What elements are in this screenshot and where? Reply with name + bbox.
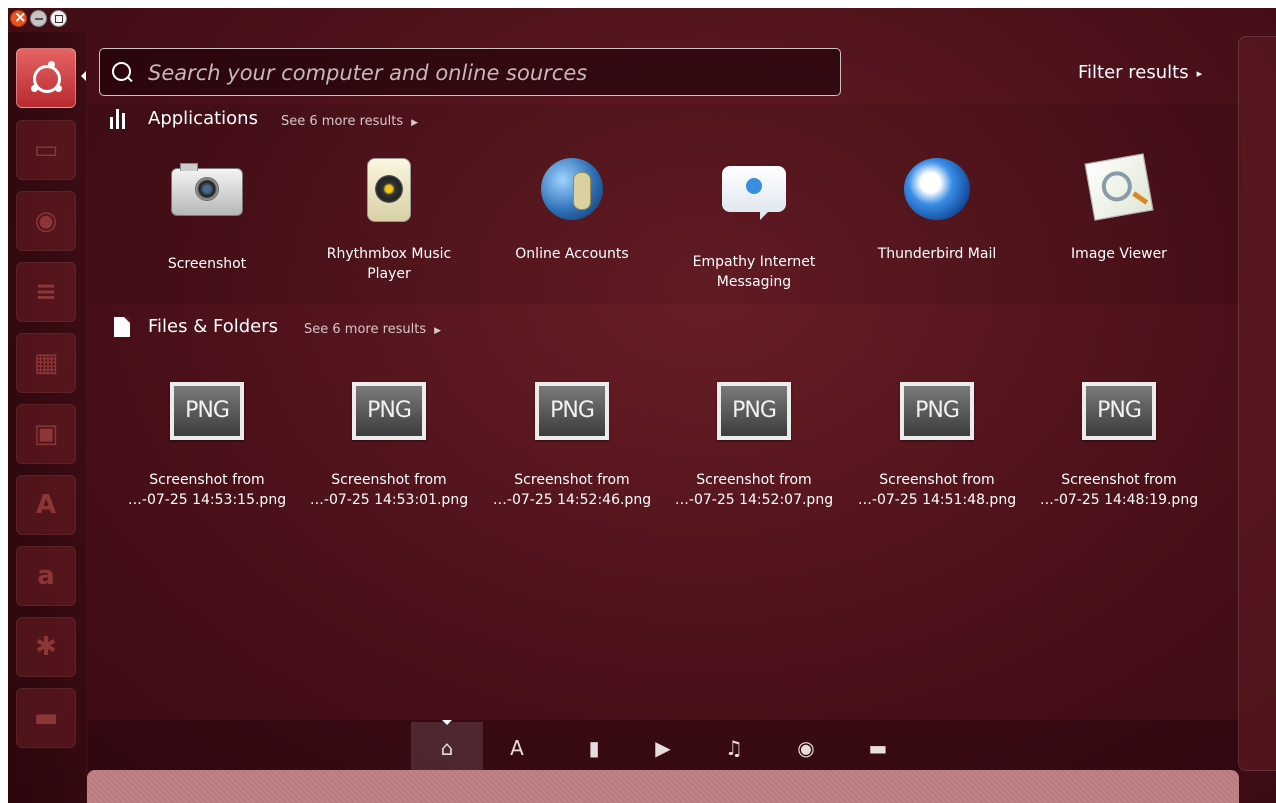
launcher-software-center[interactable]: A <box>16 475 76 535</box>
applications-lens-icon[interactable]: A <box>499 733 535 763</box>
file-label-line1: Screenshot from <box>149 472 265 488</box>
applications-category-icon <box>110 109 126 129</box>
search-box[interactable] <box>99 48 841 96</box>
png-file-icon: PNG <box>1082 382 1156 440</box>
file-label-line2: …-07-25 14:51:48.png <box>857 492 1017 508</box>
app-tile-image-viewer[interactable]: Image Viewer <box>1028 153 1210 264</box>
file-label-line2: …-07-25 14:52:07.png <box>674 492 834 508</box>
png-file-icon: PNG <box>900 382 974 440</box>
launcher-writer[interactable]: ≡ <box>16 262 76 322</box>
image-viewer-icon <box>1084 153 1154 221</box>
app-tile-empathy[interactable]: Empathy Internet Messaging <box>663 158 845 292</box>
applications-see-more-label: See 6 more results <box>281 114 404 129</box>
files-see-more[interactable]: See 6 more results ▶ <box>304 322 441 337</box>
app-label: Thunderbird Mail <box>877 246 997 262</box>
maximize-button[interactable] <box>50 10 67 27</box>
active-lens-indicator-icon <box>442 720 452 725</box>
close-button[interactable] <box>10 8 27 27</box>
file-label-line2: …-07-25 14:52:46.png <box>492 492 652 508</box>
png-file-icon: PNG <box>170 382 244 440</box>
chevron-right-icon: ▶ <box>411 118 419 128</box>
file-label-line1: Screenshot from <box>1061 472 1177 488</box>
launcher-drive[interactable]: ▬ <box>16 688 76 748</box>
file-label-line2: …-07-25 14:53:01.png <box>309 492 469 508</box>
libreoffice-writer-icon: ≡ <box>35 277 57 307</box>
software-center-icon: A <box>35 490 57 520</box>
file-label-line1: Screenshot from <box>696 472 812 488</box>
launcher-firefox[interactable]: ◉ <box>16 191 76 251</box>
dash-resize-edge[interactable] <box>1238 36 1276 771</box>
app-tile-thunderbird[interactable]: Thunderbird Mail <box>846 158 1028 264</box>
app-label: Rhythmbox Music Player <box>326 246 452 282</box>
file-label-line1: Screenshot from <box>514 472 630 488</box>
app-tile-online-accounts[interactable]: Online Accounts <box>481 158 663 264</box>
firefox-icon: ◉ <box>34 206 58 236</box>
file-label-line1: Screenshot from <box>879 472 995 488</box>
unity-dash: ▭ ◉ ≡ ▦ ▣ A a ✱ ▬ Filter results ▸ Applic… <box>8 8 1276 803</box>
file-label-line2: …-07-25 14:53:15.png <box>127 492 287 508</box>
files-lens-icon[interactable]: ▮ <box>576 733 612 763</box>
settings-gear-icon: ✱ <box>35 632 57 662</box>
files-category-icon <box>114 317 130 337</box>
png-file-icon: PNG <box>535 382 609 440</box>
chat-bubble-icon <box>722 166 786 220</box>
music-lens-icon[interactable]: ♫ <box>716 733 752 763</box>
minimize-button[interactable] <box>30 10 47 27</box>
filter-results-label: Filter results <box>1078 62 1189 83</box>
app-label: Online Accounts <box>515 246 629 262</box>
file-tile[interactable]: PNG Screenshot from …-07-25 14:48:19.png <box>1028 378 1210 510</box>
video-lens-icon[interactable]: ▶ <box>645 733 681 763</box>
file-tile[interactable]: PNG Screenshot from …-07-25 14:53:15.png <box>116 378 298 510</box>
camera-icon <box>171 163 243 216</box>
chevron-right-icon: ▸ <box>1196 66 1203 80</box>
app-label: Image Viewer <box>1071 246 1167 262</box>
libreoffice-calc-icon: ▦ <box>33 348 59 378</box>
applications-heading: Applications <box>148 108 258 129</box>
app-label: Screenshot <box>167 256 247 272</box>
search-icon <box>112 62 131 81</box>
thunderbird-icon <box>904 158 970 220</box>
photo-lens-icon[interactable]: ◉ <box>788 733 824 763</box>
globe-keys-icon <box>541 158 603 220</box>
file-label-line2: …-07-25 14:48:19.png <box>1039 492 1199 508</box>
file-tile[interactable]: PNG Screenshot from …-07-25 14:51:48.png <box>846 378 1028 510</box>
file-tile[interactable]: PNG Screenshot from …-07-25 14:53:01.png <box>298 378 480 510</box>
app-tile-screenshot[interactable]: Screenshot <box>116 158 298 274</box>
speaker-icon <box>367 158 411 222</box>
launcher-amazon[interactable]: a <box>16 546 76 606</box>
filter-results-button[interactable]: Filter results ▸ <box>1078 62 1202 83</box>
file-tile[interactable]: PNG Screenshot from …-07-25 14:52:46.png <box>481 378 663 510</box>
png-file-icon: PNG <box>717 382 791 440</box>
launcher-impress[interactable]: ▣ <box>16 404 76 464</box>
dash-bottom-edge <box>87 770 1239 803</box>
active-indicator-icon <box>81 71 86 81</box>
libreoffice-impress-icon: ▣ <box>33 419 59 449</box>
files-see-more-label: See 6 more results <box>304 322 427 337</box>
file-label-line1: Screenshot from <box>331 472 447 488</box>
png-file-icon: PNG <box>352 382 426 440</box>
file-cabinet-icon: ▭ <box>33 135 59 165</box>
app-tile-rhythmbox[interactable]: Rhythmbox Music Player <box>298 158 480 284</box>
ubuntu-dash-button[interactable] <box>16 48 76 108</box>
launcher-calc[interactable]: ▦ <box>16 333 76 393</box>
files-heading: Files & Folders <box>148 316 278 337</box>
launcher: ▭ ◉ ≡ ▦ ▣ A a ✱ ▬ <box>8 32 86 803</box>
file-tile[interactable]: PNG Screenshot from …-07-25 14:52:07.png <box>663 378 845 510</box>
social-lens-icon[interactable]: ▬ <box>860 733 896 763</box>
drive-icon: ▬ <box>33 703 59 733</box>
search-input[interactable] <box>146 57 830 89</box>
chevron-right-icon: ▶ <box>434 326 442 336</box>
amazon-icon: a <box>37 561 55 591</box>
launcher-system-settings[interactable]: ✱ <box>16 617 76 677</box>
app-label: Empathy Internet Messaging <box>692 254 816 290</box>
launcher-files[interactable]: ▭ <box>16 120 76 180</box>
home-lens-icon[interactable]: ⌂ <box>429 733 465 763</box>
applications-see-more[interactable]: See 6 more results ▶ <box>281 114 418 129</box>
